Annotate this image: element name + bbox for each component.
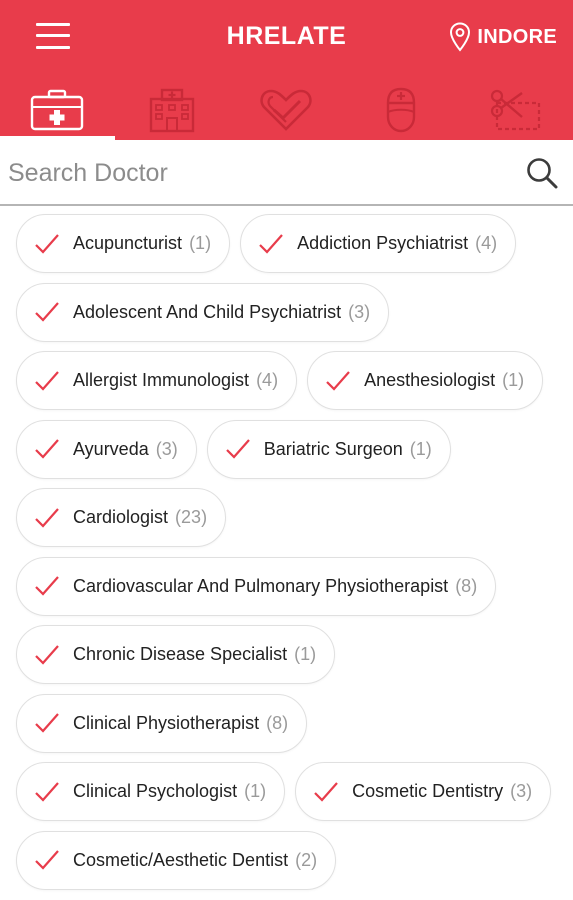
chip-row: Cosmetic/Aesthetic Dentist (2) [16,830,566,890]
checkmark-icon [35,507,59,528]
location-label: INDORE [477,25,557,48]
speciality-chip-list: Acupuncturist (1) Addiction Psychiatrist… [16,214,566,899]
speciality-chip[interactable]: Addiction Psychiatrist (4) [240,214,517,273]
speciality-label: Clinical Physiotherapist [73,712,260,733]
speciality-count: (4) [256,370,279,390]
checkmark-icon [35,713,59,733]
speciality-count: (1) [502,370,525,390]
nurse-icon [386,87,416,133]
speciality-chip[interactable]: Clinical Psychologist (1) [16,762,286,821]
chip-row: Clinical Physiotherapist (8) [16,693,566,753]
speciality-count: (1) [409,438,432,459]
chip-row: Cardiovascular And Pulmonary Physiothera… [16,556,566,616]
chip-row: Chronic Disease Specialist (1) [16,625,566,684]
speciality-chip[interactable]: Cardiologist (23) [16,488,227,547]
speciality-count: (1) [189,233,212,253]
checkmark-icon [225,439,250,459]
speciality-chip[interactable]: Anesthesiologist (1) [307,351,544,410]
chip-row: Acupuncturist (1) Addiction Psychiatrist… [16,214,566,273]
chip-row: Cardiologist (23) [16,488,566,547]
speciality-chip[interactable]: Cardiovascular And Pulmonary Physiothera… [16,556,497,616]
speciality-label: Cardiovascular And Pulmonary Physiothera… [73,575,449,596]
speciality-label: Cardiologist [73,507,169,527]
speciality-chip[interactable]: Bariatric Surgeon (1) [206,419,451,479]
speciality-count: (1) [294,644,317,664]
speciality-count: (1) [244,781,267,801]
speciality-label: Chronic Disease Specialist [73,644,288,664]
search-bar [0,140,573,206]
checkmark-icon [35,850,59,870]
app-header: HRELATE INDORE [0,0,573,140]
heart-icon [260,89,313,131]
speciality-count: (2) [295,849,318,870]
tab-hospitals[interactable] [115,80,230,140]
speciality-chip[interactable]: Adolescent And Child Psychiatrist (3) [16,282,390,342]
category-tabs [0,80,573,140]
speciality-label: Bariatric Surgeon [263,438,403,459]
discount-coupon-icon [490,89,540,131]
speciality-chip[interactable]: Clinical Physiotherapist (8) [16,693,308,753]
speciality-label: Cosmetic/Aesthetic Dentist [73,849,289,870]
tab-health[interactable] [229,80,344,140]
checkmark-icon [35,233,59,254]
location-pin-icon [450,22,471,52]
checkmark-icon [259,233,283,254]
chip-row: Allergist Immunologist (4) Anesthesiolog… [16,351,566,410]
speciality-chip[interactable]: Acupuncturist (1) [16,214,231,273]
speciality-label: Adolescent And Child Psychiatrist [73,301,342,322]
chip-row: Clinical Psychologist (1) Cosmetic Denti… [16,762,566,821]
speciality-label: Ayurveda [73,438,149,459]
speciality-label: Allergist Immunologist [73,370,250,390]
speciality-count: (23) [175,507,208,527]
chip-row: Ayurveda (3) Bariatric Surgeon (1) [16,419,566,479]
checkmark-icon [35,302,59,322]
checkmark-icon [35,576,59,596]
speciality-chip[interactable]: Ayurveda (3) [16,419,197,479]
speciality-count: (8) [455,575,478,596]
search-icon[interactable] [525,156,559,190]
tab-doctors[interactable] [0,80,115,140]
speciality-label: Acupuncturist [73,233,183,253]
hospital-icon [149,88,195,133]
speciality-count: (3) [510,781,533,801]
speciality-label: Cosmetic Dentistry [352,781,504,801]
speciality-count: (8) [266,712,289,733]
speciality-chip[interactable]: Allergist Immunologist (4) [16,351,298,410]
tab-nurses[interactable] [344,80,459,140]
speciality-count: (3) [348,301,371,322]
speciality-label: Addiction Psychiatrist [297,233,469,253]
speciality-chip[interactable]: Chronic Disease Specialist (1) [16,625,336,684]
chip-row: Adolescent And Child Psychiatrist (3) [16,282,566,342]
checkmark-icon [35,644,59,665]
checkmark-icon [35,439,59,459]
speciality-count: (3) [155,438,178,459]
medical-kit-icon [31,89,84,131]
search-input[interactable] [8,154,498,192]
speciality-count: (4) [475,233,498,253]
checkmark-icon [314,781,338,802]
speciality-chip[interactable]: Cosmetic Dentistry (3) [295,762,552,821]
tab-offers[interactable] [458,80,573,140]
speciality-label: Anesthesiologist [364,370,496,390]
checkmark-icon [35,781,59,802]
speciality-chip[interactable]: Cosmetic/Aesthetic Dentist (2) [16,830,337,890]
speciality-label: Clinical Psychologist [73,781,238,801]
checkmark-icon [326,370,350,391]
location-selector[interactable]: INDORE [449,21,557,53]
checkmark-icon [35,370,59,391]
